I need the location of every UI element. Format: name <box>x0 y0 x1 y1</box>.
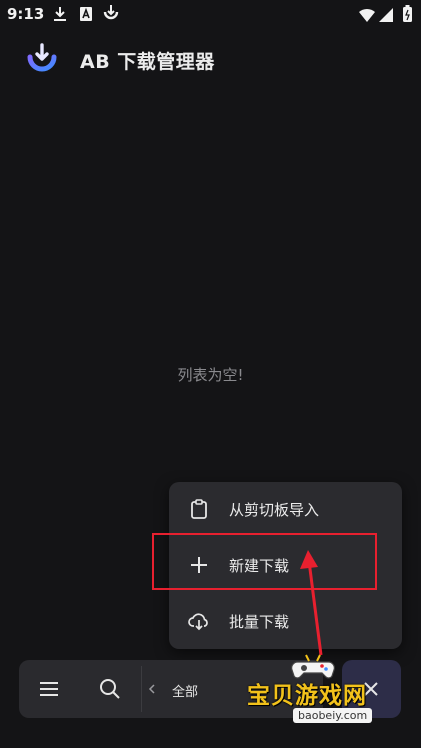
chevron-left-icon[interactable] <box>143 660 161 718</box>
status-bar: 9:13 <box>0 0 421 30</box>
watermark: 宝贝游戏网 baobeiy.com <box>245 650 395 728</box>
ab-download-logo-icon <box>25 42 59 80</box>
menu-item-batch-download[interactable]: 批量下载 <box>169 594 402 650</box>
clipboard-icon <box>188 498 210 520</box>
app-bar: AB 下载管理器 <box>0 36 421 82</box>
highlight-box <box>152 533 377 590</box>
menu-item-import-clipboard[interactable]: 从剪切板导入 <box>169 482 402 538</box>
signal-icon <box>379 7 393 26</box>
a-badge-icon <box>79 6 93 26</box>
app-title: AB 下载管理器 <box>80 51 215 73</box>
hamburger-menu-icon[interactable] <box>29 660 69 718</box>
wifi-icon <box>359 7 375 26</box>
download-icon <box>53 6 67 26</box>
empty-list-message: 列表为空! <box>177 366 244 384</box>
battery-icon <box>403 5 412 26</box>
menu-item-label: 批量下载 <box>229 613 290 631</box>
search-icon[interactable] <box>90 660 130 718</box>
status-time: 9:13 <box>7 5 45 23</box>
app-download-icon <box>101 4 121 28</box>
menu-item-label: 从剪切板导入 <box>229 501 320 519</box>
watermark-url: baobeiy.com <box>293 708 373 723</box>
filter-tab-all[interactable]: 全部 <box>172 681 198 700</box>
watermark-text: 宝贝游戏网 <box>247 683 367 709</box>
annotation-arrow <box>300 550 323 656</box>
toolbar-divider <box>141 666 142 712</box>
cloud-download-icon <box>188 610 210 632</box>
